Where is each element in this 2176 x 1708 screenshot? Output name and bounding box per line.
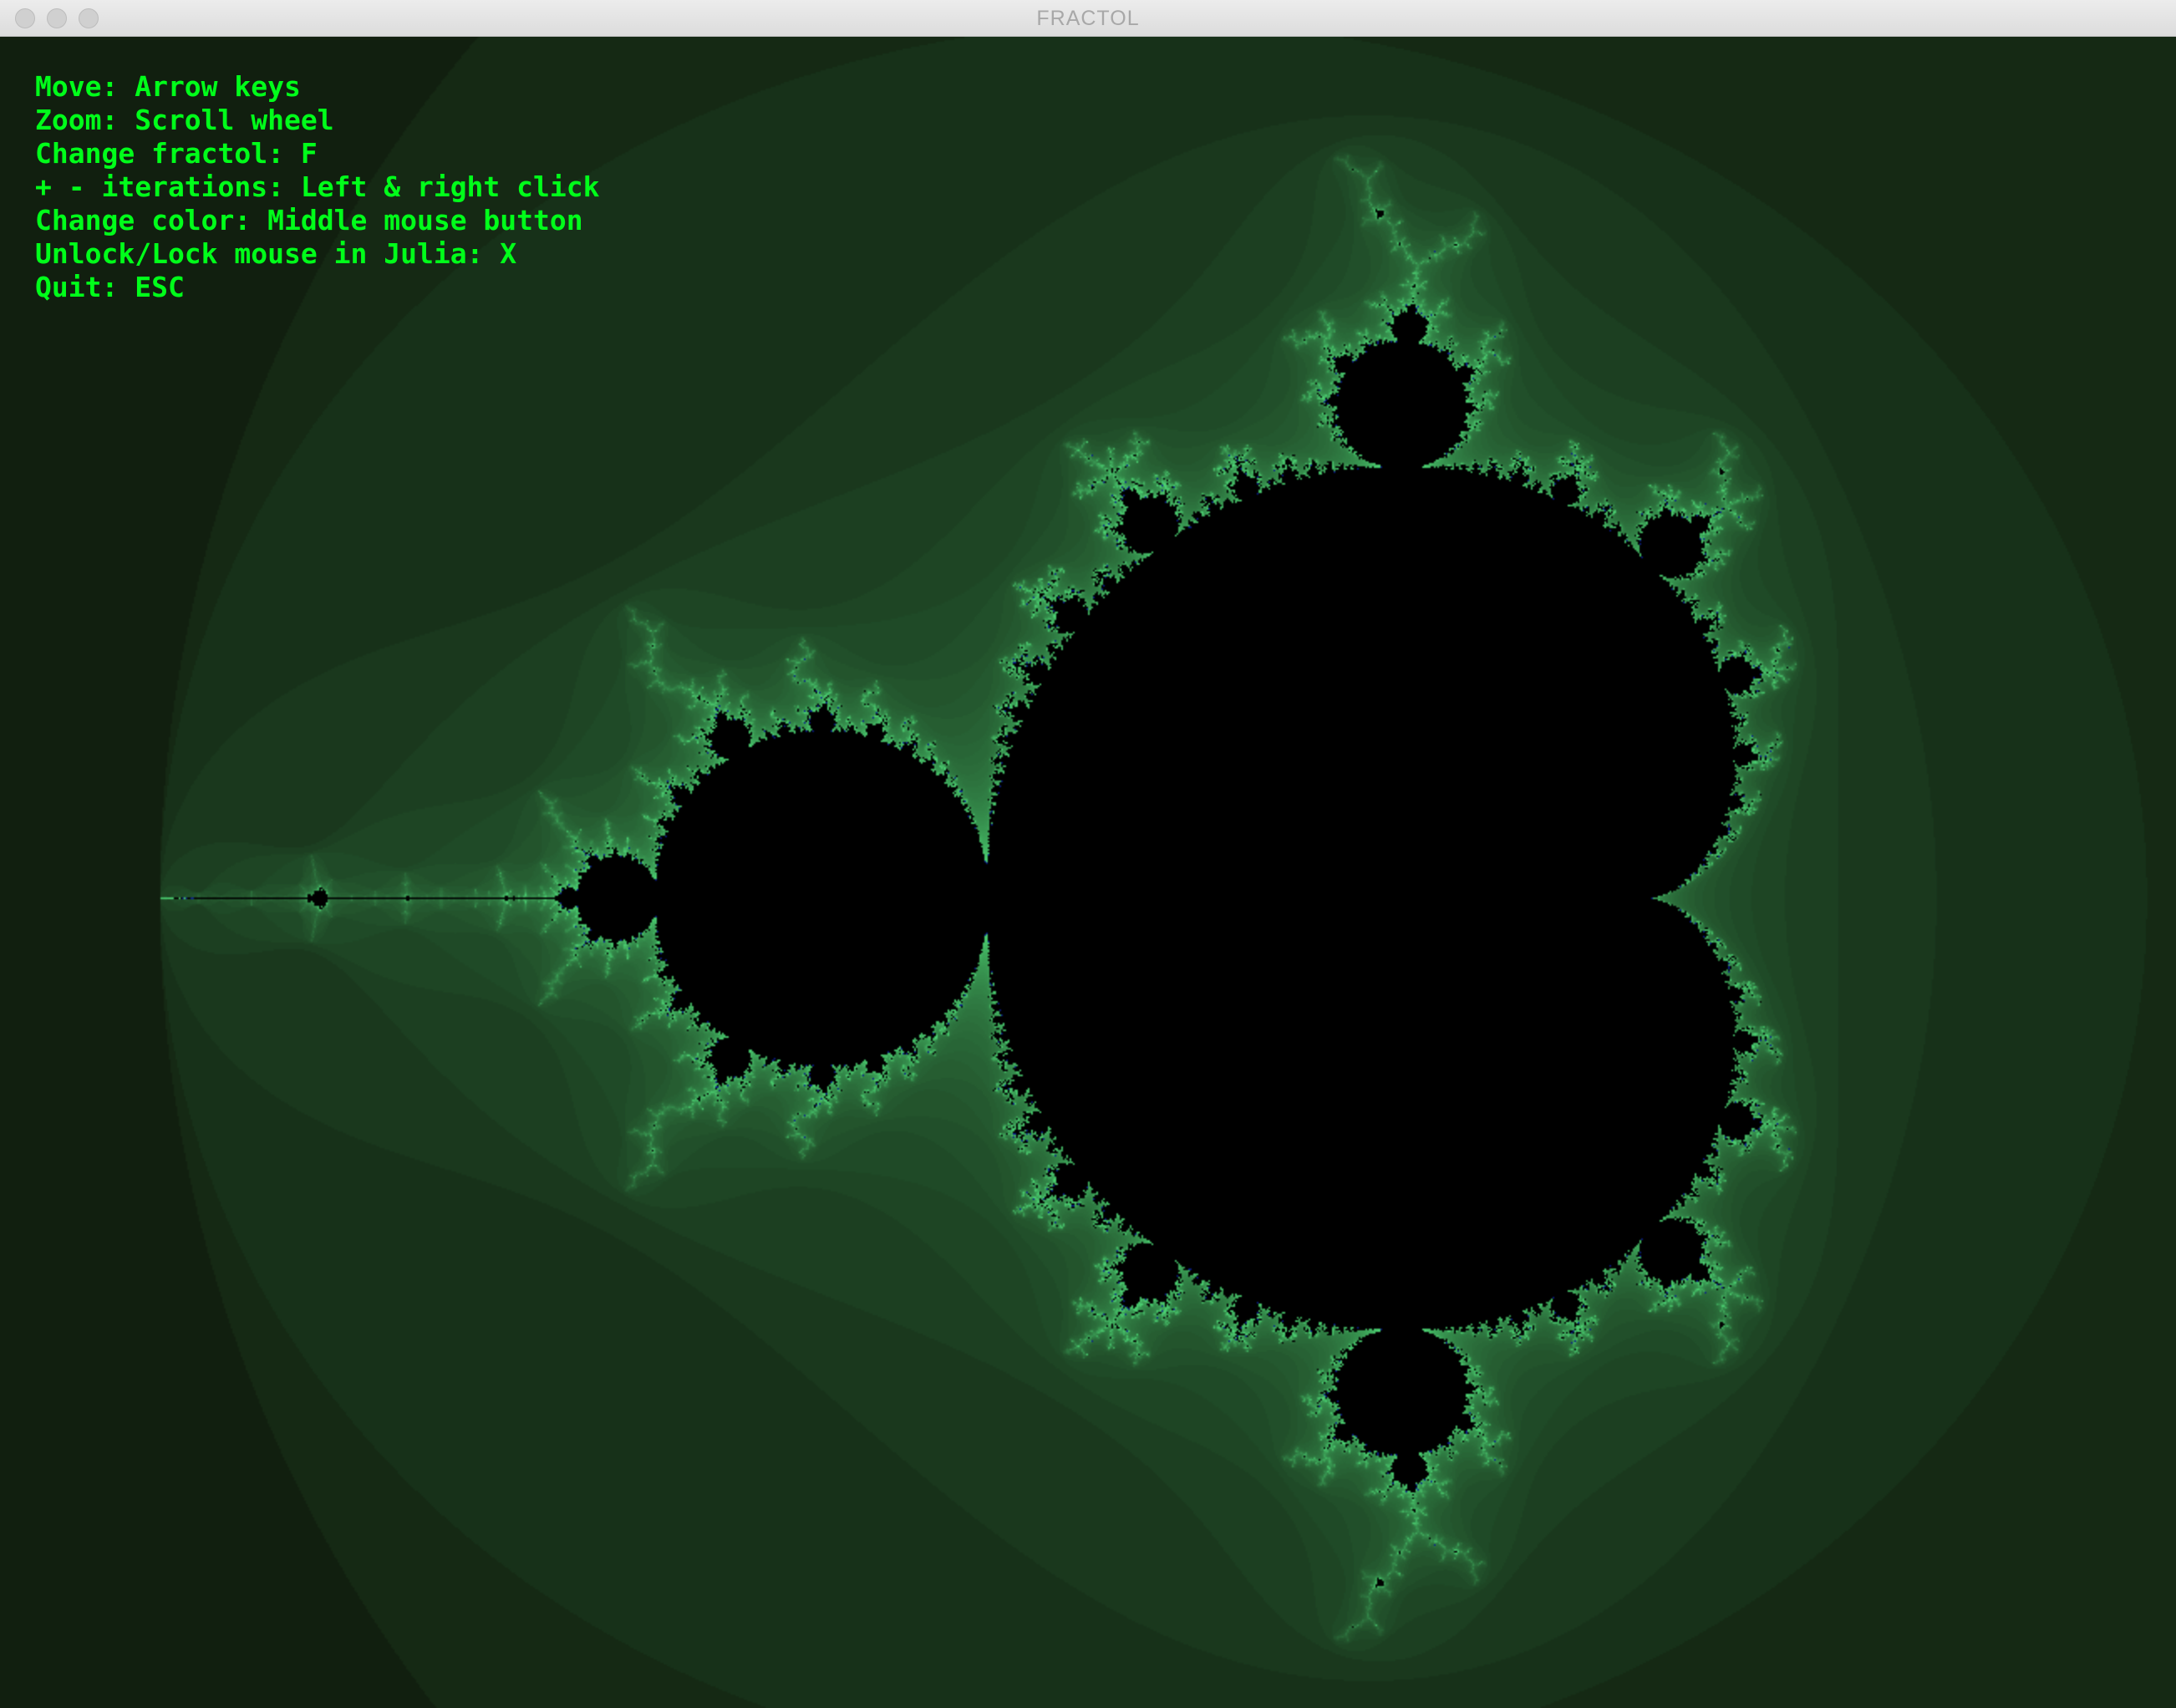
help-line-quit: Quit: ESC — [35, 271, 185, 303]
controls-help: Move: Arrow keys Zoom: Scroll wheel Chan… — [35, 70, 600, 304]
fractol-window: FRACTOL Move: Arrow keys Zoom: Scroll wh… — [0, 0, 2176, 1708]
title-bar[interactable]: FRACTOL — [0, 0, 2176, 37]
window-title: FRACTOL — [1036, 7, 1140, 30]
help-line-change-fractol: Change fractol: F — [35, 137, 318, 170]
help-line-zoom: Zoom: Scroll wheel — [35, 104, 334, 136]
help-line-move: Move: Arrow keys — [35, 70, 301, 103]
help-line-julia-lock: Unlock/Lock mouse in Julia: X — [35, 237, 517, 270]
help-line-iterations: + - iterations: Left & right click — [35, 170, 600, 203]
help-line-change-color: Change color: Middle mouse button — [35, 204, 583, 236]
fractal-viewport[interactable]: Move: Arrow keys Zoom: Scroll wheel Chan… — [0, 37, 2176, 1708]
